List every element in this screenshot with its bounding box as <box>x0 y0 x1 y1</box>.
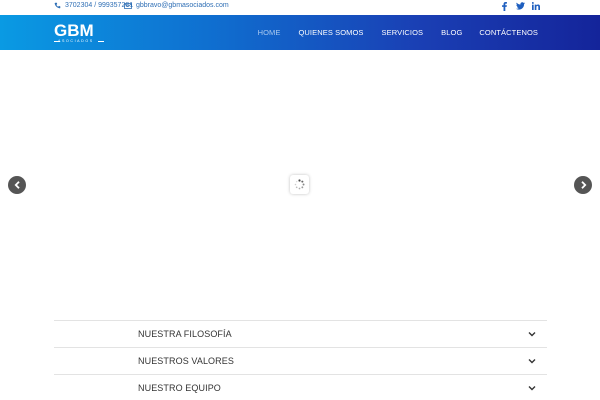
facebook-icon <box>501 2 507 11</box>
phone-icon <box>54 2 61 9</box>
slider-loader <box>290 175 309 194</box>
twitter-link[interactable] <box>512 2 528 13</box>
twitter-icon <box>515 2 525 10</box>
facebook-link[interactable] <box>496 2 512 13</box>
accordion-item-valores[interactable]: NUESTROS VALORES <box>54 347 547 374</box>
phone-text: 3702304 / 999357281 <box>65 2 134 9</box>
info-accordion: NUESTRA FILOSOFÍA NUESTROS VALORES NUEST… <box>54 320 547 400</box>
nav-home[interactable]: HOME <box>258 28 281 37</box>
accordion-title: NUESTRA FILOSOFÍA <box>138 329 232 339</box>
linkedin-link[interactable] <box>528 2 544 13</box>
contact-email[interactable]: gbbravo@gbmasociados.com <box>124 2 229 9</box>
main-nav: HOME QUIENES SOMOS SERVICIOS BLOG CONTÁC… <box>258 15 538 50</box>
slider-next-button[interactable] <box>574 176 592 194</box>
chevron-down-icon <box>528 332 536 337</box>
chevron-down-icon <box>528 359 536 364</box>
logo-subtitle: ASOCIADOS <box>58 39 94 43</box>
header-bar: GBM ASOCIADOS HOME QUIENES SOMOS SERVICI… <box>0 15 600 50</box>
spinner-icon <box>294 179 305 190</box>
logo-mark: GBM <box>54 21 94 40</box>
top-contact-bar: 3702304 / 999357281 gbbravo@gbmasociados… <box>0 0 600 15</box>
nav-contactenos[interactable]: CONTÁCTENOS <box>479 28 538 37</box>
logo[interactable]: GBM ASOCIADOS <box>54 22 106 46</box>
social-links <box>496 2 544 13</box>
logo-divider-right <box>98 41 104 42</box>
linkedin-icon <box>532 2 540 10</box>
contact-phone[interactable]: 3702304 / 999357281 <box>54 2 133 9</box>
email-text: gbbravo@gbmasociados.com <box>136 2 229 9</box>
nav-servicios[interactable]: SERVICIOS <box>382 28 424 37</box>
accordion-item-filosofia[interactable]: NUESTRA FILOSOFÍA <box>54 320 547 347</box>
accordion-title: NUESTROS VALORES <box>138 356 234 366</box>
accordion-title: NUESTRO EQUIPO <box>138 383 221 393</box>
slider-prev-button[interactable] <box>8 176 26 194</box>
chevron-left-icon <box>14 181 20 189</box>
nav-blog[interactable]: BLOG <box>441 28 462 37</box>
accordion-item-equipo[interactable]: NUESTRO EQUIPO <box>54 374 547 400</box>
chevron-down-icon <box>528 386 536 391</box>
nav-quienes-somos[interactable]: QUIENES SOMOS <box>298 28 363 37</box>
envelope-icon <box>124 2 132 9</box>
chevron-right-icon <box>580 181 586 189</box>
